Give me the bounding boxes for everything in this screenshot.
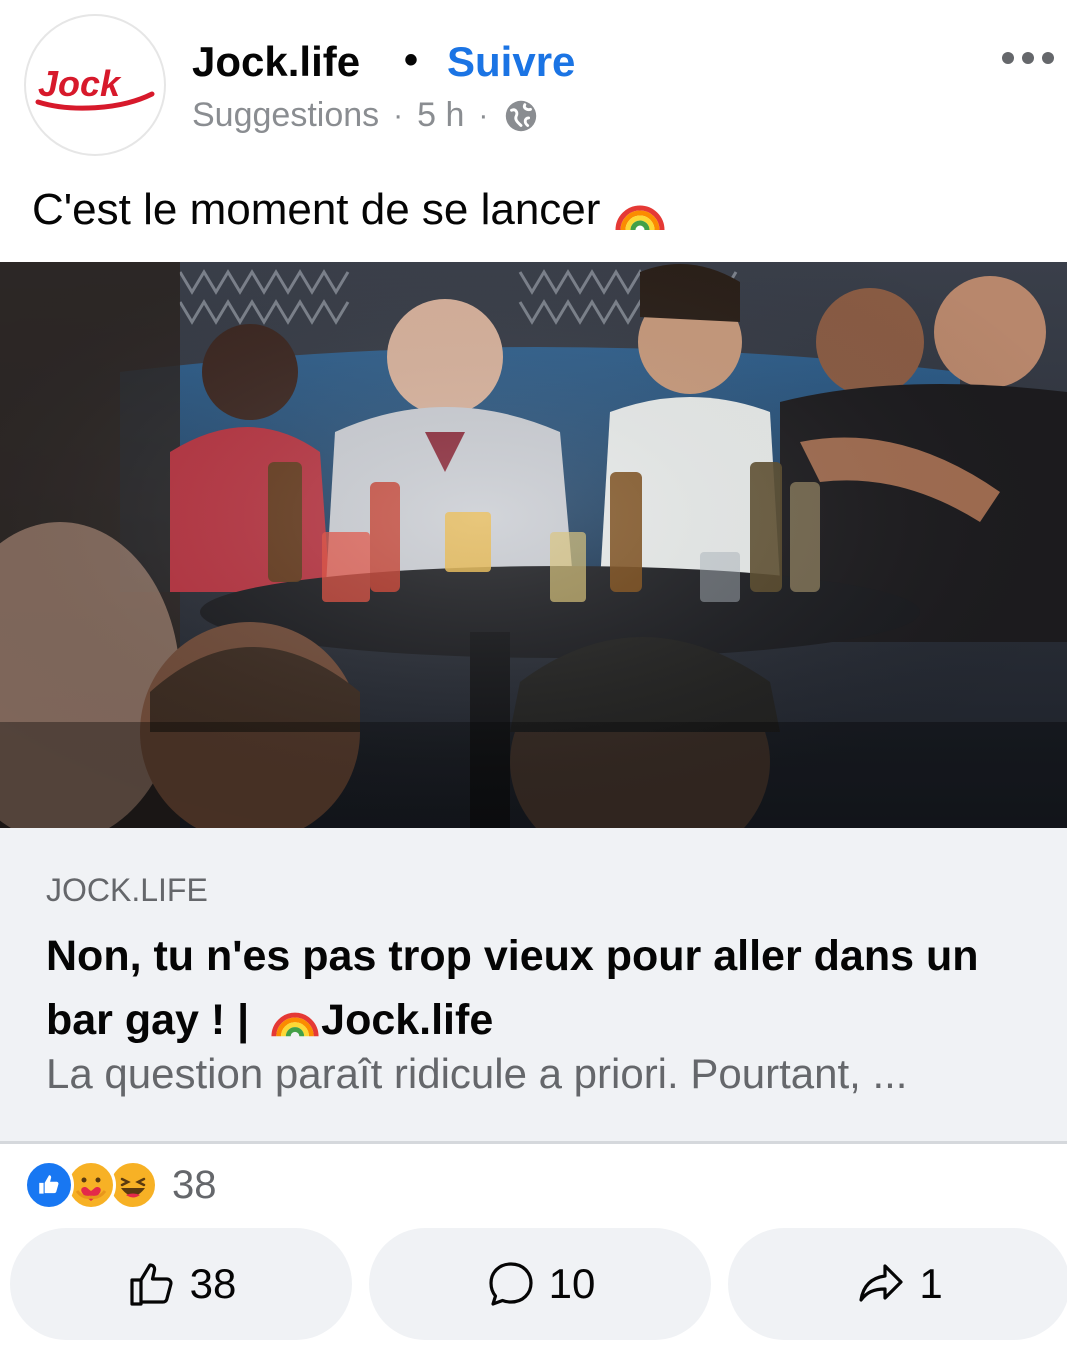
bar-photo-image: [0, 262, 1067, 828]
post-card: Jock Jock.life • Suivre Suggestions · 5 …: [0, 0, 1067, 1345]
reactions-summary[interactable]: 38: [24, 1158, 217, 1212]
like-count: 38: [189, 1260, 237, 1307]
post-header: Jock Jock.life • Suivre Suggestions · 5 …: [0, 0, 1067, 160]
link-title-site: Jock.life: [321, 996, 494, 1044]
link-title: Non, tu n'es pas trop vieux pour aller d…: [46, 924, 1036, 1052]
like-icon: [24, 1160, 74, 1210]
thumbs-up-icon: [130, 1263, 173, 1306]
post-meta: Suggestions · 5 h ·: [192, 96, 540, 135]
action-bar: 38 10 1: [0, 1228, 1067, 1345]
share-count: 1: [919, 1260, 943, 1307]
page-avatar[interactable]: Jock: [24, 14, 166, 156]
like-button[interactable]: 38: [10, 1228, 352, 1340]
caption-text: C'est le moment de se lancer: [32, 185, 601, 234]
comment-icon: [489, 1262, 533, 1306]
suggestions-label: Suggestions: [192, 96, 380, 134]
link-preview[interactable]: JOCK.LIFE Non, tu n'es pas trop vieux po…: [0, 828, 1067, 1144]
link-description: La question paraît ridicule a priori. Po…: [46, 1050, 908, 1097]
rainbow-icon: [615, 205, 665, 231]
meta-separator: ·: [393, 98, 404, 132]
meta-separator: ·: [478, 98, 489, 132]
separator-dot: •: [404, 38, 419, 82]
follow-button[interactable]: Suivre: [447, 38, 575, 86]
post-timestamp[interactable]: 5 h: [417, 96, 464, 135]
link-title-text: Non, tu n'es pas trop vieux pour aller d…: [46, 932, 979, 1044]
jock-logo-icon: Jock: [35, 63, 155, 111]
share-button[interactable]: 1: [728, 1228, 1067, 1340]
page-name-link[interactable]: Jock.life: [192, 38, 360, 86]
post-caption: C'est le moment de se lancer: [32, 184, 666, 236]
reaction-count: 38: [172, 1162, 217, 1207]
share-arrow-icon: [859, 1264, 903, 1302]
comment-count: 10: [548, 1260, 596, 1307]
more-dots-icon[interactable]: [1000, 48, 1056, 68]
rainbow-icon: [271, 1012, 319, 1037]
link-domain: JOCK.LIFE: [46, 872, 208, 908]
globe-icon: [506, 100, 537, 131]
svg-text:Jock: Jock: [38, 63, 122, 104]
post-photo[interactable]: [0, 262, 1067, 828]
comment-button[interactable]: 10: [369, 1228, 711, 1340]
